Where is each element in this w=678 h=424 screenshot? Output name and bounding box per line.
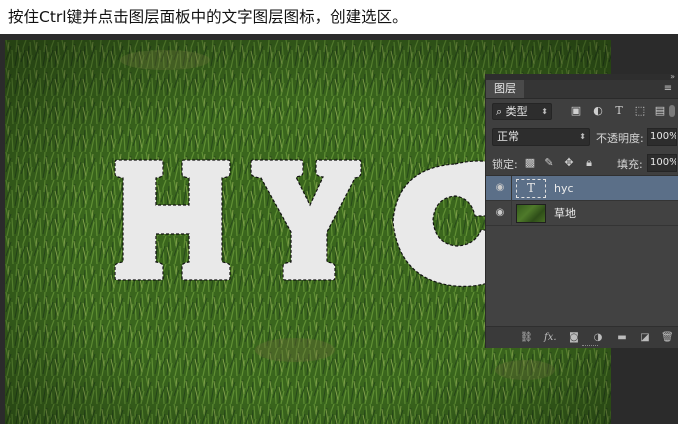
new-layer-icon[interactable]: ◪ bbox=[639, 332, 651, 344]
select-caret-icon: ⬍ bbox=[579, 132, 586, 141]
tab-layers[interactable]: 图层 bbox=[486, 80, 524, 98]
panel-bottom-toolbar: ⛓ fx. ◙ ◑ ▬ ◪ 🗑︎ bbox=[486, 326, 678, 348]
layers-panel: » 图层 ≡ ⌕ 类型 ⬍ ▣ ◐ T ⬚ ▤ 正常 ⬍ 不透明度: 100% bbox=[485, 74, 678, 348]
blend-mode-value: 正常 bbox=[497, 130, 519, 143]
type-filter-icon[interactable]: T bbox=[613, 105, 625, 117]
panel-resize-grip[interactable] bbox=[582, 345, 598, 348]
instruction-caption: 按住Ctrl键并点击图层面板中的文字图层图标，创建选区。 bbox=[0, 0, 678, 34]
visibility-eye-icon[interactable]: ◉ bbox=[493, 181, 507, 195]
layer-row-grass[interactable]: ◉ 草地 bbox=[486, 201, 678, 226]
mask-icon[interactable]: ◙ bbox=[568, 332, 580, 344]
lock-fill-row: 锁定: ▩ ✎ ✥ 🔒︎ 填充: 100% bbox=[486, 151, 678, 176]
visibility-separator bbox=[511, 176, 512, 200]
fx-icon[interactable]: fx. bbox=[544, 332, 557, 344]
filter-kind-label: ⌕ 类型 bbox=[496, 105, 528, 118]
select-caret-icon: ⬍ bbox=[541, 107, 548, 116]
image-filter-icon[interactable]: ▣ bbox=[570, 105, 582, 117]
adjustment-filter-icon[interactable]: ◐ bbox=[592, 105, 604, 117]
blend-mode-select[interactable]: 正常 ⬍ bbox=[492, 128, 590, 146]
layer-filter-row: ⌕ 类型 ⬍ ▣ ◐ T ⬚ ▤ bbox=[486, 99, 678, 123]
group-folder-icon[interactable]: ▬ bbox=[616, 332, 628, 344]
visibility-eye-icon[interactable]: ◉ bbox=[493, 206, 507, 220]
lock-all-icon[interactable]: 🔒︎ bbox=[583, 157, 595, 169]
filter-kind-select[interactable]: ⌕ 类型 ⬍ bbox=[492, 103, 552, 120]
photoshop-workspace: » 图层 ≡ ⌕ 类型 ⬍ ▣ ◐ T ⬚ ▤ 正常 ⬍ 不透明度: 100% bbox=[0, 34, 678, 424]
panel-tab-bar: 图层 ≡ bbox=[486, 80, 678, 99]
layers-list: ◉ T hyc ◉ 草地 bbox=[486, 176, 678, 326]
layer-name[interactable]: hyc bbox=[554, 176, 574, 201]
blend-opacity-row: 正常 ⬍ 不透明度: 100% bbox=[486, 125, 678, 149]
image-layer-thumbnail[interactable] bbox=[516, 204, 546, 223]
fill-input[interactable]: 100% bbox=[647, 154, 677, 172]
layer-name[interactable]: 草地 bbox=[554, 201, 576, 226]
lock-image-pixels-icon[interactable]: ✎ bbox=[543, 157, 555, 169]
smart-object-filter-icon[interactable]: ▤ bbox=[654, 105, 666, 117]
link-layers-icon[interactable]: ⛓ bbox=[520, 332, 533, 344]
trash-icon[interactable]: 🗑︎ bbox=[661, 332, 674, 344]
lock-transparent-pixels-icon[interactable]: ▩ bbox=[524, 157, 536, 169]
lock-label: 锁定: bbox=[492, 158, 518, 171]
adjustment-layer-icon[interactable]: ◑ bbox=[592, 332, 604, 344]
filter-toggle[interactable] bbox=[669, 105, 675, 117]
opacity-label: 不透明度: bbox=[596, 132, 644, 145]
panel-menu-icon[interactable]: ≡ bbox=[663, 84, 673, 94]
fill-label: 填充: bbox=[617, 158, 643, 171]
layer-row-hyc[interactable]: ◉ T hyc bbox=[486, 176, 678, 201]
visibility-separator bbox=[511, 201, 512, 225]
text-layer-thumbnail[interactable]: T bbox=[516, 179, 546, 198]
opacity-input[interactable]: 100% bbox=[647, 128, 677, 146]
lock-position-icon[interactable]: ✥ bbox=[563, 157, 575, 169]
shape-filter-icon[interactable]: ⬚ bbox=[634, 105, 646, 117]
